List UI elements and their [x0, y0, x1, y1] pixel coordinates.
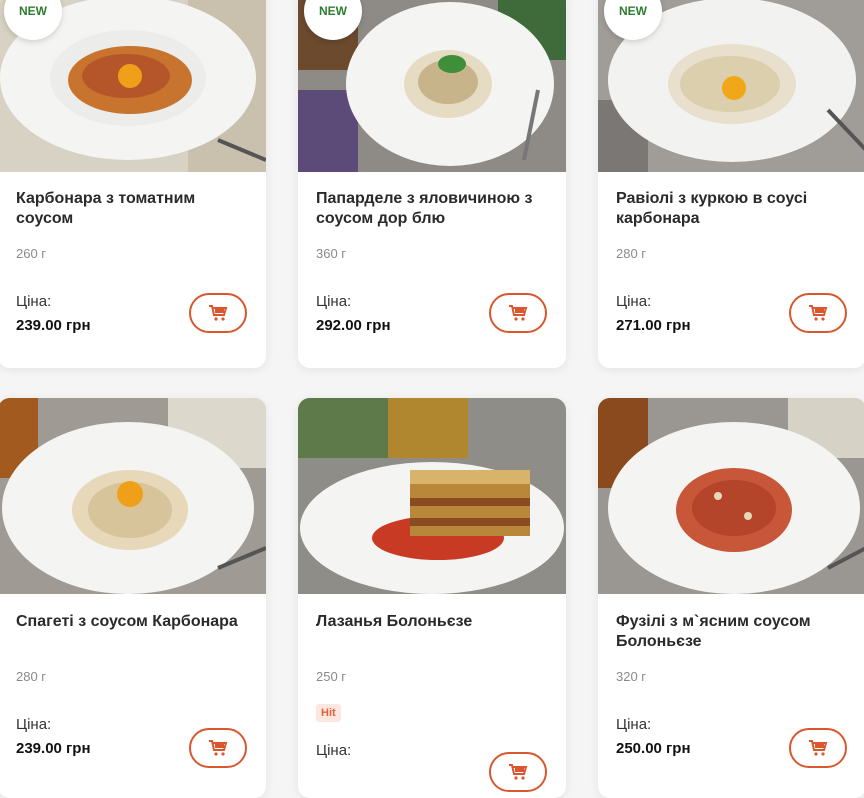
shopping-cart-icon	[509, 764, 528, 780]
product-card[interactable]: NEW Папарделе з яловичиною з соусом дор …	[298, 0, 566, 368]
product-price: 239.00 грн	[16, 317, 91, 334]
product-photo[interactable]	[0, 398, 266, 594]
product-card[interactable]: Спагеті з соусом Карбонара 280 г Ціна: 2…	[0, 398, 266, 798]
product-title[interactable]: Папарделе з яловичиною з соусом дор блю	[316, 189, 550, 229]
product-card[interactable]: NEW Карбонара з томатним соусом 260 г Ці…	[0, 0, 266, 368]
price-label: Ціна:	[316, 293, 352, 310]
dish-image	[0, 398, 266, 594]
shopping-cart-icon	[809, 740, 828, 756]
product-card[interactable]: NEW Равіолі з куркою в соусі карбонара 2…	[598, 0, 864, 368]
price-label: Ціна:	[16, 716, 52, 733]
product-weight: 280 г	[616, 246, 647, 261]
product-weight: 320 г	[616, 669, 647, 684]
product-card[interactable]: Лазанья Болоньєзе 250 г Hit Ціна:	[298, 398, 566, 798]
product-price: 271.00 грн	[616, 317, 691, 334]
price-label: Ціна:	[316, 742, 352, 759]
price-label: Ціна:	[616, 716, 652, 733]
product-title[interactable]: Карбонара з томатним соусом	[16, 189, 250, 229]
hit-badge: Hit	[316, 704, 341, 722]
product-title[interactable]: Спагеті з соусом Карбонара	[16, 612, 250, 632]
add-to-cart-button[interactable]	[489, 752, 547, 792]
dish-image	[298, 398, 566, 594]
product-price: 292.00 грн	[316, 317, 391, 334]
shopping-cart-icon	[209, 305, 228, 321]
product-weight: 360 г	[316, 246, 347, 261]
dish-image	[598, 398, 864, 594]
product-weight: 260 г	[16, 246, 47, 261]
price-label: Ціна:	[16, 293, 52, 310]
add-to-cart-button[interactable]	[789, 728, 847, 768]
product-card[interactable]: Фузілі з м`ясним соусом Болоньєзе 320 г …	[598, 398, 864, 798]
add-to-cart-button[interactable]	[489, 293, 547, 333]
product-price: 250.00 грн	[616, 740, 691, 757]
product-title[interactable]: Лазанья Болоньєзе	[316, 612, 550, 632]
shopping-cart-icon	[209, 740, 228, 756]
product-title[interactable]: Равіолі з куркою в соусі карбонара	[616, 189, 850, 229]
shopping-cart-icon	[809, 305, 828, 321]
add-to-cart-button[interactable]	[189, 293, 247, 333]
product-title[interactable]: Фузілі з м`ясним соусом Болоньєзе	[616, 612, 850, 652]
product-weight: 280 г	[16, 669, 47, 684]
product-photo[interactable]	[298, 398, 566, 594]
product-price: 239.00 грн	[16, 740, 91, 757]
price-label: Ціна:	[616, 293, 652, 310]
shopping-cart-icon	[509, 305, 528, 321]
add-to-cart-button[interactable]	[189, 728, 247, 768]
add-to-cart-button[interactable]	[789, 293, 847, 333]
product-photo[interactable]	[598, 398, 864, 594]
product-weight: 250 г	[316, 669, 347, 684]
